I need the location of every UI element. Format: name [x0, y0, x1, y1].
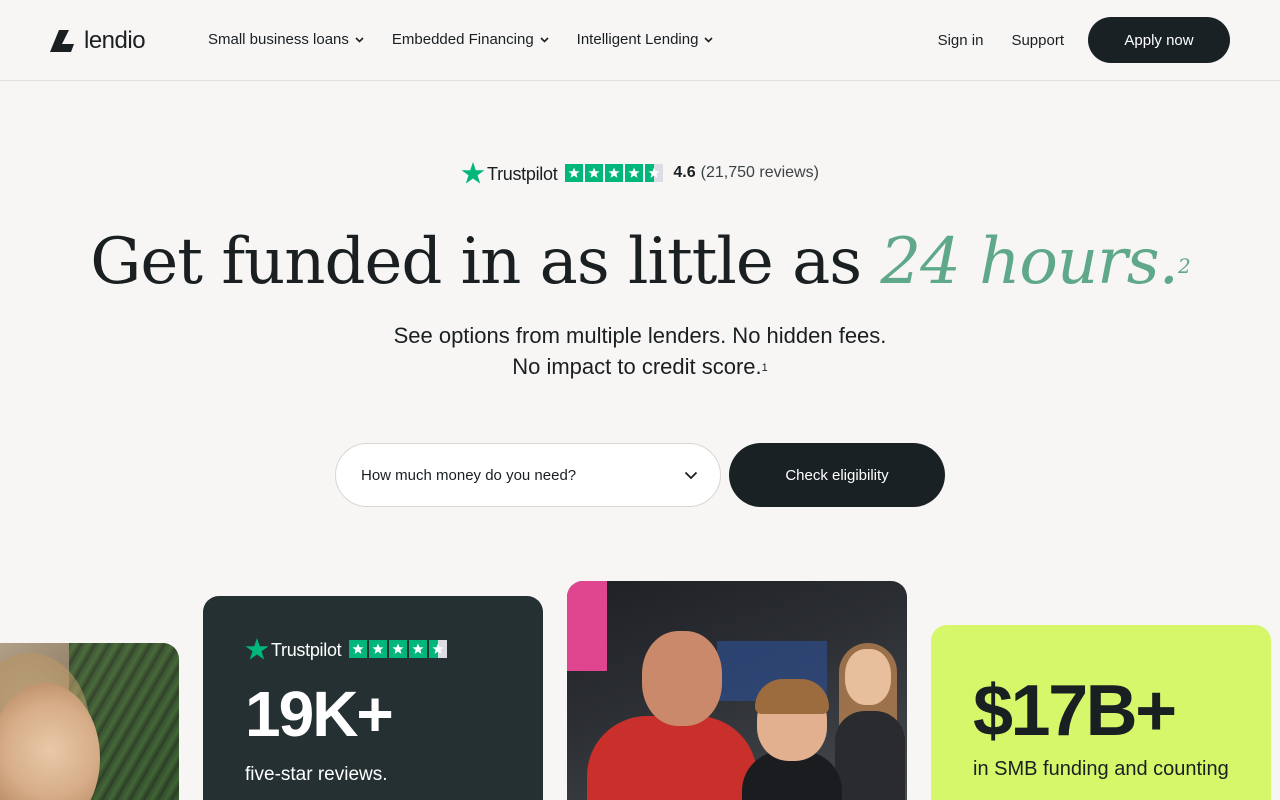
chevron-down-icon — [704, 37, 714, 43]
chevron-down-icon — [355, 37, 364, 43]
check-eligibility-button[interactable]: Check eligibility — [729, 443, 945, 507]
star-icon — [409, 639, 428, 658]
trustpilot-rating[interactable]: Trustpilot 4.6 (21,750 reviews) — [0, 160, 1280, 185]
amount-placeholder: How much money do you need? — [361, 466, 577, 484]
support-link[interactable]: Support — [1011, 32, 1064, 49]
logo-text: lendio — [84, 27, 146, 54]
coach-figure — [587, 621, 757, 800]
headline-footnote: 2 — [1177, 254, 1191, 278]
star-icon — [389, 639, 408, 658]
reviews-caption: five-star reviews. — [245, 764, 388, 785]
trustpilot-star-icon — [245, 637, 269, 660]
star-icon — [605, 163, 624, 182]
reviews-stat: 19K+ — [245, 678, 394, 750]
girl-body — [835, 711, 905, 800]
trustpilot-rating-small: Trustpilot — [245, 636, 457, 661]
trustpilot-star-icon — [461, 161, 485, 184]
trustpilot-wordmark: Trustpilot — [487, 164, 558, 184]
nav-label: Small business loans — [208, 31, 349, 48]
customer-photo-card — [0, 643, 179, 800]
coach-shirt — [587, 716, 757, 800]
rating-value: 4.6 — [673, 163, 696, 181]
subline-2-wrap: No impact to credit score.1 — [0, 351, 1280, 382]
chevron-down-icon — [684, 471, 698, 479]
subline-footnote: 1 — [761, 362, 768, 374]
lendio-logo[interactable]: lendio — [50, 27, 146, 54]
gym-photo-card — [567, 581, 907, 800]
apply-now-button[interactable]: Apply now — [1088, 17, 1230, 63]
main-nav: Small business loans Embedded Financing … — [208, 30, 714, 50]
site-header: lendio Small business loans Embedded Fin… — [0, 0, 1280, 81]
amount-select[interactable]: How much money do you need? — [335, 443, 721, 507]
star-rating — [565, 163, 664, 182]
chevron-down-icon — [540, 37, 549, 43]
sign-in-link[interactable]: Sign in — [938, 32, 984, 49]
headline-accent: 24 hours. — [880, 225, 1179, 299]
hero-subheadline: See options from multiple lenders. No hi… — [0, 320, 1280, 382]
headline-main: Get funded in as little as — [90, 225, 881, 299]
nav-small-business-loans[interactable]: Small business loans — [208, 30, 364, 50]
nav-label: Embedded Financing — [391, 31, 534, 48]
star-icon — [625, 163, 644, 182]
girl-head — [845, 649, 891, 705]
star-icon — [349, 639, 368, 658]
funding-stat-card: $17B+ in SMB funding and counting — [931, 625, 1271, 800]
trustpilot-logo: Trustpilot — [461, 160, 565, 185]
coach-head — [642, 631, 722, 726]
subline-1: See options from multiple lenders. No hi… — [393, 323, 887, 348]
star-icon — [429, 639, 448, 658]
funding-stat: $17B+ — [973, 671, 1177, 751]
subline-2: No impact to credit score. — [512, 354, 762, 379]
star-rating — [349, 639, 448, 658]
hero-headline: Get funded in as little as 24 hours.2 — [0, 222, 1280, 302]
trustpilot-logo: Trustpilot — [245, 636, 349, 661]
funding-caption: in SMB funding and counting — [973, 758, 1229, 780]
boy-hair — [755, 679, 829, 714]
star-icon — [645, 163, 664, 182]
nav-embedded-financing[interactable]: Embedded Financing — [392, 30, 549, 50]
star-icon — [565, 163, 584, 182]
star-icon — [585, 163, 604, 182]
star-icon — [369, 639, 388, 658]
nav-intelligent-lending[interactable]: Intelligent Lending — [577, 30, 714, 50]
trustpilot-wordmark: Trustpilot — [271, 640, 342, 660]
review-count: (21,750 reviews) — [700, 163, 819, 181]
lendio-logo-icon — [50, 30, 74, 52]
reviews-stat-card: Trustpilot 19K+ five-star reviews. — [203, 596, 543, 800]
nav-label: Intelligent Lending — [576, 31, 699, 48]
header-actions: Sign in Support Apply now — [938, 17, 1230, 63]
